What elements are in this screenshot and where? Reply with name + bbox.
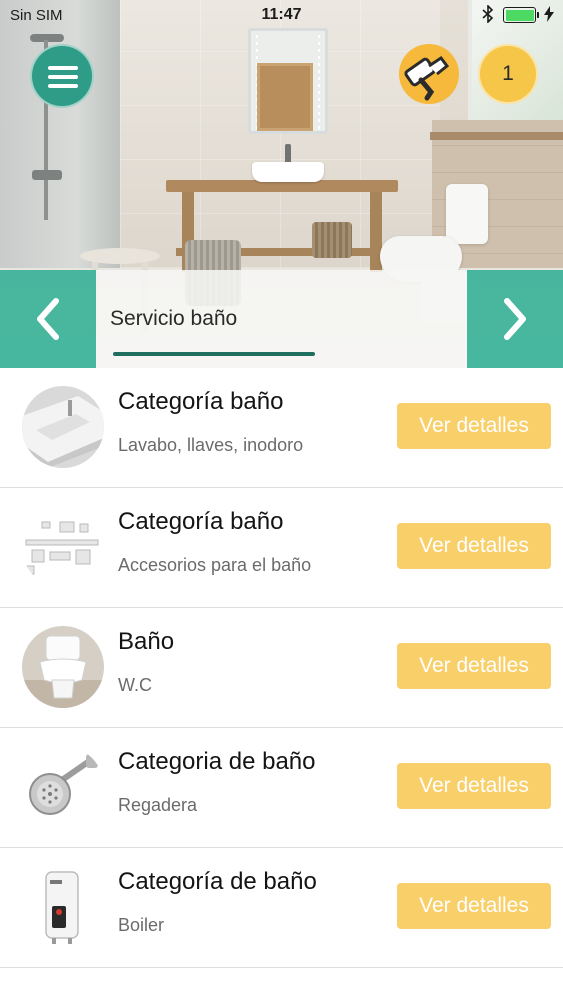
battery-icon bbox=[503, 7, 536, 23]
washbasin-thumbnail bbox=[22, 386, 104, 468]
list-item[interactable]: Categoria de baño Regadera Ver detalles bbox=[0, 728, 563, 848]
status-bar: Sin SIM 11:47 bbox=[0, 0, 563, 30]
category-list: Categoría baño Lavabo, llaves, inodoro V… bbox=[0, 368, 563, 968]
hamburger-menu-icon[interactable] bbox=[30, 44, 94, 108]
item-title: Categoría de baño bbox=[118, 868, 317, 895]
item-subtitle: Lavabo, llaves, inodoro bbox=[118, 435, 304, 455]
water-heater-thumbnail bbox=[22, 866, 104, 948]
paint-roller-icon[interactable] bbox=[399, 44, 459, 104]
item-title: Baño bbox=[118, 628, 175, 655]
item-title: Categoría baño bbox=[118, 508, 284, 535]
item-subtitle: Boiler bbox=[118, 915, 165, 935]
tab-servicio-bano[interactable]: Servicio baño bbox=[96, 270, 467, 368]
bluetooth-icon bbox=[482, 4, 494, 27]
shower-head-thumbnail bbox=[22, 746, 104, 828]
toilet-thumbnail bbox=[22, 626, 104, 708]
list-item[interactable]: Baño W.C Ver detalles bbox=[0, 608, 563, 728]
item-subtitle: W.C bbox=[118, 675, 152, 695]
category-tab-bar: Servicio baño bbox=[0, 270, 563, 368]
ver-detalles-button[interactable]: Ver detalles bbox=[397, 523, 551, 569]
mirror-image bbox=[248, 28, 328, 134]
bath-accessories-thumbnail bbox=[22, 506, 104, 588]
list-item[interactable]: Categoría baño Lavabo, llaves, inodoro V… bbox=[0, 368, 563, 488]
tab-label: Servicio baño bbox=[110, 307, 238, 330]
ver-detalles-button[interactable]: Ver detalles bbox=[397, 403, 551, 449]
sink-image bbox=[252, 162, 324, 182]
ver-detalles-button[interactable]: Ver detalles bbox=[397, 643, 551, 689]
item-title: Categoría baño bbox=[118, 388, 284, 415]
charging-bolt-icon bbox=[544, 6, 554, 25]
clock: 11:47 bbox=[261, 6, 302, 23]
list-item[interactable]: Categoría baño Accesorios para el baño V… bbox=[0, 488, 563, 608]
item-subtitle: Regadera bbox=[118, 795, 198, 815]
list-item[interactable]: Categoría de baño Boiler Ver detalles bbox=[0, 848, 563, 968]
item-title: Categoria de baño bbox=[118, 748, 316, 775]
ver-detalles-button[interactable]: Ver detalles bbox=[397, 763, 551, 809]
cart-count-badge[interactable]: 1 bbox=[478, 44, 538, 104]
item-subtitle: Accesorios para el baño bbox=[118, 555, 312, 575]
ver-detalles-button[interactable]: Ver detalles bbox=[397, 883, 551, 929]
tab-active-indicator bbox=[113, 352, 315, 356]
chevron-left-icon[interactable] bbox=[0, 270, 96, 368]
chevron-right-icon[interactable] bbox=[467, 270, 563, 368]
